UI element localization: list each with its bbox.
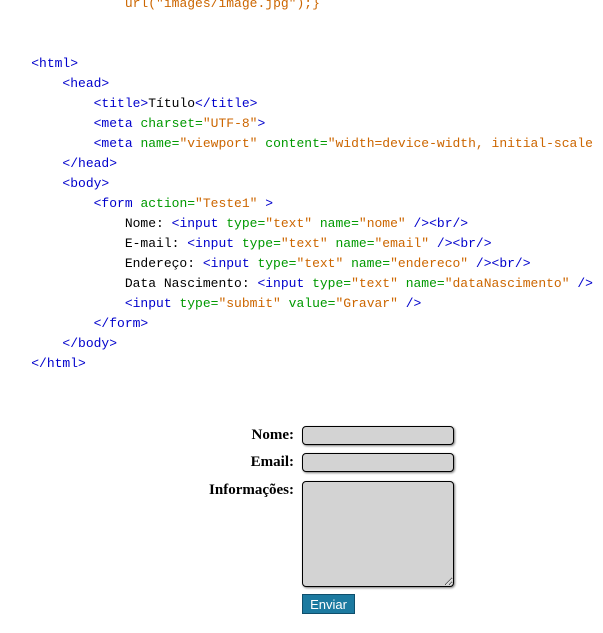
email-input[interactable] bbox=[302, 453, 454, 472]
contact-form: Nome: Email: Informações: Enviar bbox=[0, 0, 603, 633]
nome-input[interactable] bbox=[302, 426, 454, 445]
page: url("images/image.jpg");} <html> <head> … bbox=[0, 0, 603, 633]
email-label: Email: bbox=[250, 454, 294, 470]
informacoes-label: Informações: bbox=[209, 482, 294, 498]
informacoes-textarea[interactable] bbox=[302, 481, 454, 587]
nome-label: Nome: bbox=[251, 427, 294, 443]
enviar-button[interactable]: Enviar bbox=[302, 594, 355, 614]
